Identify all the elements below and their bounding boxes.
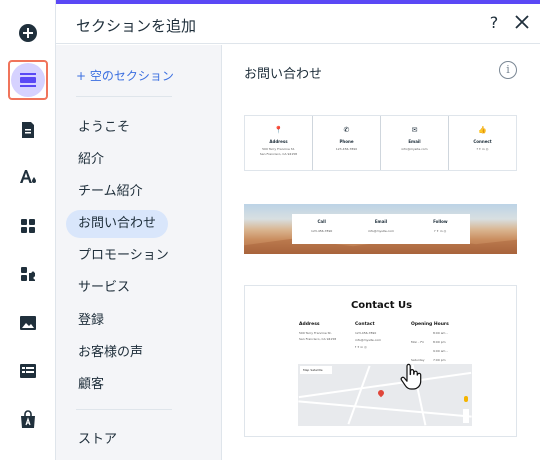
map-zoom-control: [463, 409, 469, 423]
add-section-highlight: [11, 63, 45, 97]
add-empty-section-link[interactable]: + 空のセクション: [76, 67, 174, 84]
contact-section-template-3[interactable]: Contact Us Address 500 Terry Francine St…: [244, 285, 517, 437]
hours-row: Mon - Fri 8:00 am – 8:00 pm: [411, 329, 455, 347]
contact-section-template-1[interactable]: 📍 Address 500 Terry Francine St. San Fra…: [244, 115, 517, 171]
template-text: 123-456-7890: [355, 331, 377, 335]
street-view-icon: [464, 396, 468, 402]
template-text: 500 Terry Francine St. San Francisco, CA…: [259, 147, 298, 156]
template-label: Address: [269, 139, 288, 144]
panel-header: セクションを追加 ?: [56, 4, 540, 44]
location-pin-icon: 📍: [274, 126, 283, 134]
add-section-panel: セクションを追加 ? + 空のセクション ようこそ 紹介 チーム紹介 お問い合わ…: [56, 0, 540, 460]
template-label: Connect: [473, 139, 492, 144]
map-pin-icon: [376, 388, 386, 398]
template-column: ✆ Phone 123-456-7890: [313, 116, 381, 170]
map-road: [347, 365, 371, 425]
template-label: Call: [317, 219, 326, 224]
contact-section-template-2[interactable]: Call 123-456-7890 Email info@mysite.com …: [244, 204, 517, 254]
map-type-toggle: Map Satellite: [300, 366, 332, 374]
category-services[interactable]: サービス: [66, 274, 142, 302]
template-column: ✉ Email info@mysite.com: [381, 116, 449, 170]
template-label: Opening Hours: [411, 322, 449, 327]
template-text: 500 Terry Francine St. San Francisco, CA…: [299, 331, 337, 341]
template-text: info@mysite.com: [367, 229, 395, 233]
info-icon[interactable]: i: [499, 61, 517, 79]
template-text: 123-456-7890: [311, 229, 333, 233]
panel-title: セクションを追加: [76, 17, 197, 35]
category-promotion[interactable]: プロモーション: [66, 242, 181, 270]
category-welcome[interactable]: ようこそ: [66, 114, 142, 142]
thumbs-up-icon: 👍: [478, 126, 487, 134]
category-store[interactable]: ストア: [66, 426, 129, 454]
category-about[interactable]: 紹介: [66, 146, 116, 174]
template-text: 123-456-7890: [335, 147, 358, 151]
map-tab: Map: [303, 368, 310, 372]
contact-box: Call 123-456-7890 Email info@mysite.com …: [292, 214, 470, 244]
template-label: Follow: [433, 219, 448, 224]
pages-icon[interactable]: [8, 110, 48, 150]
template-label: Address: [299, 322, 320, 327]
category-team[interactable]: チーム紹介: [66, 178, 155, 206]
template-column: 📍 Address 500 Terry Francine St. San Fra…: [245, 116, 313, 170]
preview-heading: お問い合わせ: [244, 67, 323, 82]
category-subscribe[interactable]: 登録: [66, 307, 116, 335]
template-column: 👍 Connect f ✦ in ◎: [449, 116, 516, 170]
template-title: Contact Us: [350, 300, 413, 311]
contact-column: Contact 123-456-7890 info@mysite.com f ✦…: [355, 322, 381, 350]
business-tools-icon[interactable]: [8, 400, 48, 440]
template-text: f ✦ in ◎: [355, 345, 367, 349]
template-column: Email info@mysite.com: [351, 214, 410, 244]
template-label: Phone: [339, 139, 354, 144]
template-label: Email: [408, 139, 421, 144]
template-text: info@mysite.com: [355, 338, 382, 342]
left-toolbar: [0, 0, 56, 460]
category-clients[interactable]: 顧客: [66, 371, 116, 399]
satellite-tab: Satellite: [310, 368, 323, 372]
editor-root: セクションを追加 ? + 空のセクション ようこそ 紹介 チーム紹介 お問い合わ…: [0, 0, 540, 460]
hours-time: 9:00 am – 7:00 pm: [433, 349, 448, 362]
template-column: Follow f ✦ in ◎: [411, 214, 470, 244]
category-contact[interactable]: お問い合わせ: [66, 210, 169, 238]
template-column: Call 123-456-7890: [292, 214, 351, 244]
template-text: info@mysite.com: [401, 147, 428, 151]
media-icon[interactable]: [8, 303, 48, 343]
divider: [76, 409, 172, 410]
template-text: f ✦ in ◎: [476, 147, 489, 151]
map-thumbnail: Map Satellite: [298, 364, 472, 426]
design-icon[interactable]: [8, 157, 48, 197]
add-elements-icon[interactable]: [8, 13, 48, 53]
hand-cursor-icon: [400, 363, 422, 390]
phone-icon: ✆: [343, 126, 350, 134]
close-button[interactable]: [512, 12, 532, 32]
category-testimonials[interactable]: お客様の声: [66, 339, 155, 367]
section-preview-list: お問い合わせ i 📍 Address 500 Terry Francine St…: [223, 45, 540, 460]
template-text: f ✦ in ◎: [434, 229, 447, 233]
hours-day: Mon - Fri: [411, 340, 424, 344]
address-column: Address 500 Terry Francine St. San Franc…: [299, 322, 336, 342]
template-label: Contact: [355, 322, 375, 327]
cms-table-icon[interactable]: [8, 351, 48, 391]
divider: [76, 96, 172, 97]
mail-icon: ✉: [411, 126, 418, 134]
map-road: [298, 400, 472, 418]
apps-grid-icon[interactable]: [8, 206, 48, 246]
help-button[interactable]: ?: [484, 13, 504, 32]
add-section-icon[interactable]: [8, 60, 48, 100]
map-road: [298, 371, 472, 399]
app-market-icon[interactable]: [8, 254, 48, 294]
hours-time: 8:00 am – 8:00 pm: [433, 331, 448, 344]
section-category-list: + 空のセクション ようこそ 紹介 チーム紹介 お問い合わせ プロモーション サ…: [56, 45, 222, 460]
close-icon: [515, 15, 529, 29]
template-label: Email: [374, 219, 388, 224]
